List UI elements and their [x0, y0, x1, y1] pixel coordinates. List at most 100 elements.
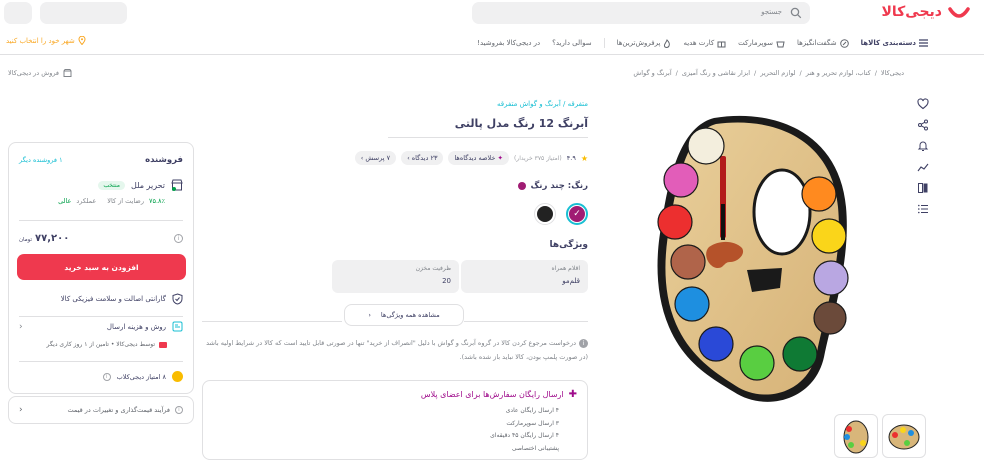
sparkle-icon: ✦ — [497, 154, 503, 162]
shipping-heading: روش و هزینه ارسال — [106, 322, 166, 331]
nav-faq[interactable]: سوالی دارید؟ — [552, 39, 591, 47]
logo-text: دیجی‌کالا — [881, 4, 942, 20]
info-icon: i — [579, 339, 588, 348]
city-selector[interactable]: شهر خود را انتخاب کنید — [6, 36, 86, 45]
divider — [464, 321, 588, 322]
fire-icon — [664, 38, 671, 48]
nav-label: کارت هدیه — [683, 39, 715, 47]
breadcrumb-item[interactable]: لوازم التحریر — [760, 69, 795, 77]
city-label: شهر خود را انتخاب کنید — [6, 36, 75, 45]
plus-heading: ✚ ارسال رایگان سفارش‌ها برای اعضای پلاس — [213, 389, 577, 400]
check-icon: ✓ — [569, 206, 585, 222]
color-label: رنگ: چند رنگ — [517, 181, 588, 191]
other-sellers-link[interactable]: ۱ فروشنده دیگر — [19, 156, 63, 164]
insight-chip[interactable]: ✦ خلاصه دیدگاه‌ها — [448, 151, 509, 165]
sell-on-label: فروش در دیجی‌کالا — [8, 69, 60, 77]
breadcrumb-item[interactable]: آبرنگ و گواش — [633, 69, 671, 77]
all-features-button[interactable]: مشاهده همه ویژگی‌ها ‹ — [344, 304, 464, 326]
list-icon[interactable] — [917, 203, 929, 215]
divider — [202, 321, 342, 322]
divider — [19, 316, 183, 317]
sell-on-digikala-link[interactable]: فروش در دیجی‌کالا — [8, 69, 72, 77]
insight-chip-label: خلاصه دیدگاه‌ها — [454, 154, 496, 162]
return-note-text: درخواست مرجوع کردن کالا در گروه آبرنگ و … — [206, 339, 588, 361]
selected-color-dot — [517, 182, 526, 190]
guarantee-label: گارانتی اصالت و سلامت فیزیکی کالا — [60, 295, 166, 303]
logo[interactable]: دیجی‌کالا — [868, 2, 970, 28]
cart-button[interactable] — [4, 2, 32, 24]
nav-bestsellers[interactable]: پرفروش‌ترین‌ها — [616, 38, 672, 48]
feature-item: اقلام همراه قلم‌مو — [461, 260, 588, 293]
plus-box: ✚ ارسال رایگان سفارش‌ها برای اعضای پلاس … — [202, 380, 588, 460]
nav-label: در دیجی‌کالا بفروشید! — [477, 39, 541, 47]
login-button[interactable] — [40, 2, 127, 24]
search-icon — [790, 7, 802, 19]
rating-value: ۴.۹ — [566, 154, 576, 162]
header-divider — [0, 54, 984, 55]
compare-icon[interactable] — [917, 182, 929, 194]
rating-count: (امتیاز ۳۷۵ خریدار) — [513, 154, 562, 162]
add-to-cart-button[interactable]: افزودن به سبد خرید — [17, 254, 186, 280]
breadcrumb: دیجی‌کالا / کتاب، لوازم تحریر و هنر / لواز… — [633, 69, 904, 77]
search-input[interactable]: جستجو — [472, 2, 810, 24]
price-chart-icon[interactable] — [917, 161, 929, 173]
nav-sell[interactable]: در دیجی‌کالا بفروشید! — [477, 39, 540, 47]
menu-icon — [919, 39, 928, 47]
thumbnail-image — [843, 420, 869, 454]
nav-supermarket[interactable]: سوپرمارکت — [738, 39, 785, 48]
comments-chip[interactable]: ۲۳ دیدگاه › — [401, 151, 444, 165]
shipping-detail: توسط دیجی‌کالا • تامین از ۱ روز کاری دیگ… — [46, 341, 155, 348]
return-note: iدرخواست مرجوع کردن کالا در گروه آبرنگ و… — [198, 336, 588, 364]
thumbnail-image — [888, 424, 920, 450]
bell-icon[interactable] — [917, 140, 929, 152]
nav-divider — [603, 38, 605, 48]
questions-chip[interactable]: ۷ پرسش › — [354, 151, 397, 165]
star-icon: ★ — [580, 153, 588, 163]
chevron-left-icon[interactable]: ‹ — [19, 322, 23, 332]
product-image[interactable] — [654, 112, 850, 412]
nav-label: پرفروش‌ترین‌ها — [616, 39, 661, 47]
color-label-text: رنگ: چند رنگ — [530, 181, 588, 191]
price-inquiry-label: فرآیند قیمت‌گذاری و تغییرات در قیمت — [67, 406, 170, 414]
info-icon[interactable]: i — [174, 234, 183, 243]
satisfaction-value: ۷۵.۸٪ — [148, 197, 165, 205]
store-icon — [171, 179, 183, 191]
breadcrumb-separator: / — [675, 69, 678, 77]
thumbnail-2[interactable] — [882, 414, 926, 458]
seller-badge: منتخب — [98, 180, 126, 190]
comments-chip-label: ۲۳ دیدگاه — [411, 154, 438, 162]
heart-icon[interactable] — [917, 98, 929, 110]
gift-icon — [717, 41, 726, 47]
shield-icon — [172, 293, 183, 305]
add-to-cart-label: افزودن به سبد خرید — [64, 262, 139, 272]
color-swatch-black[interactable] — [534, 203, 556, 225]
thumbnail-1[interactable] — [834, 414, 878, 458]
share-icon[interactable] — [917, 119, 929, 131]
color-swatch-multicolor[interactable]: ✓ — [566, 203, 588, 225]
breadcrumb-item[interactable]: ابزار نقاشی و رنگ آمیزی — [682, 69, 750, 77]
plus-heading-text: ارسال رایگان سفارش‌ها برای اعضای پلاس — [420, 390, 564, 399]
chevron-left-icon: › — [407, 154, 410, 162]
nav-categories[interactable]: دسته‌بندی کالاها — [861, 39, 928, 47]
title-divider — [388, 137, 588, 138]
digikala-delivery-icon — [159, 341, 167, 348]
nav-label: دسته‌بندی کالاها — [860, 39, 916, 47]
breadcrumb-item[interactable]: کتاب، لوازم تحریر و هنر — [806, 69, 871, 77]
nav-amazing[interactable]: شگفت‌انگیزها — [797, 38, 849, 48]
breadcrumb-item[interactable]: دیجی‌کالا — [881, 69, 904, 77]
feature-key: ظرفیت مخزن — [415, 265, 451, 272]
basket-icon — [776, 41, 785, 47]
seller-name[interactable]: تحریر ملل — [131, 181, 165, 190]
product-category-link[interactable]: متفرقه / آبرنگ و گواش متفرقه — [497, 100, 588, 108]
feature-key: اقلام همراه — [551, 265, 581, 272]
chevron-left-icon: ‹ — [368, 311, 371, 319]
shop-icon — [63, 69, 72, 77]
breadcrumb-separator: / — [874, 69, 877, 77]
price-inquiry-row[interactable]: i فرآیند قیمت‌گذاری و تغییرات در قیمت ‹ — [8, 396, 194, 424]
nav-giftcard[interactable]: کارت هدیه — [683, 39, 726, 48]
location-pin-icon — [78, 36, 86, 45]
plus-list: ۴ ارسال رایگان عادی ۳ ارسال سوپرمارکت ۴ … — [213, 405, 577, 455]
main-nav: دسته‌بندی کالاها شگفت‌انگیزها سوپرمارکت … — [477, 36, 928, 50]
info-icon[interactable]: i — [102, 372, 111, 381]
breadcrumb-separator: / — [799, 69, 802, 77]
